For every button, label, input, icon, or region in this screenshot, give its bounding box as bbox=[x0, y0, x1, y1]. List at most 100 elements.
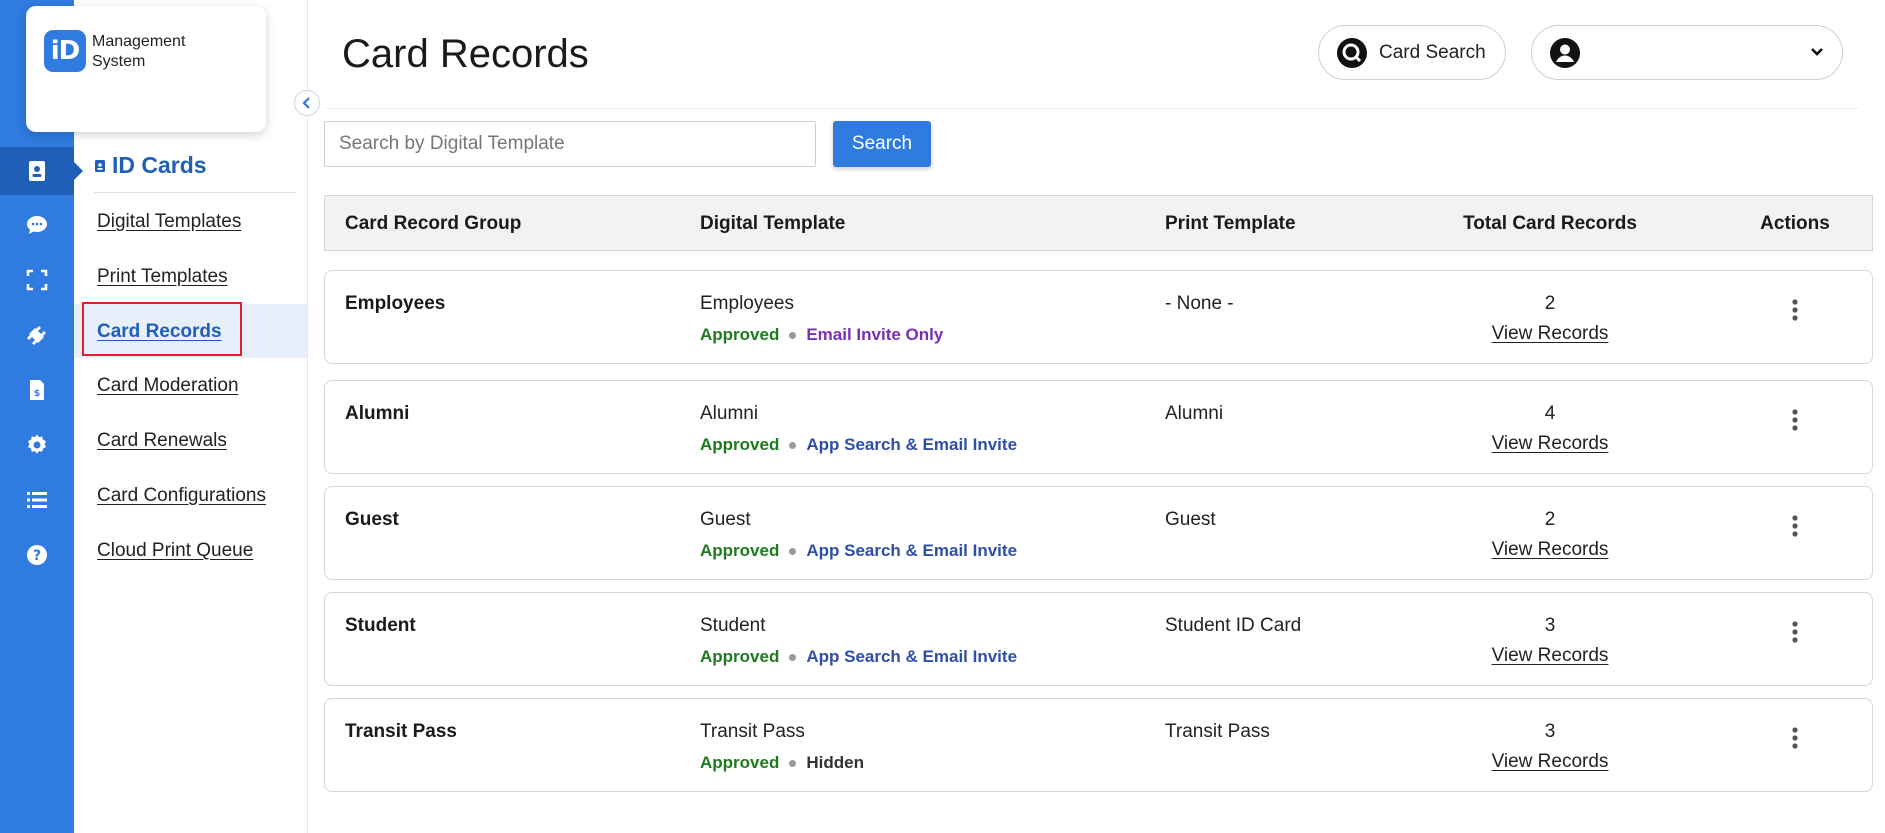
rail-item-lists[interactable] bbox=[0, 476, 74, 524]
row-group-name: Student bbox=[345, 615, 416, 636]
table-row: Alumni Alumni Approved App Search & Emai… bbox=[324, 380, 1873, 474]
logo-card[interactable]: iD Management System bbox=[26, 6, 266, 132]
row-digital-template: Student bbox=[700, 615, 766, 636]
rail-item-integrations[interactable] bbox=[0, 311, 74, 359]
search-button[interactable]: Search bbox=[833, 121, 931, 167]
sidebar-title-label: ID Cards bbox=[112, 152, 207, 178]
row-status-line: Approved App Search & Email Invite bbox=[700, 541, 1017, 561]
sidebar-item-digital-templates[interactable]: Digital Templates bbox=[97, 211, 241, 233]
separator-dot bbox=[789, 759, 797, 767]
row-print-template: - None - bbox=[1165, 293, 1234, 314]
row-group-name: Transit Pass bbox=[345, 721, 457, 742]
user-icon bbox=[1550, 37, 1580, 68]
sidebar-collapse-button[interactable] bbox=[294, 90, 320, 116]
card-search-icon bbox=[1337, 37, 1367, 68]
separator-dot bbox=[789, 653, 797, 661]
header-divider bbox=[326, 108, 1858, 109]
view-records-link[interactable]: View Records bbox=[1450, 645, 1650, 667]
separator-dot bbox=[789, 441, 797, 449]
row-total-records: 4 bbox=[1544, 403, 1556, 424]
row-total-records: 2 bbox=[1544, 509, 1556, 530]
access-badge: App Search & Email Invite bbox=[806, 541, 1018, 560]
view-records-link[interactable]: View Records bbox=[1450, 323, 1650, 345]
id-card-icon bbox=[95, 159, 105, 172]
chevron-left-icon bbox=[302, 97, 310, 109]
svg-text:?: ? bbox=[33, 548, 41, 564]
row-print-template: Guest bbox=[1165, 509, 1216, 530]
rail-item-id-cards[interactable] bbox=[0, 147, 83, 195]
search-input[interactable] bbox=[324, 121, 816, 167]
sidebar-item-card-renewals[interactable]: Card Renewals bbox=[97, 430, 227, 452]
access-badge: Hidden bbox=[806, 753, 864, 772]
logo-text: Management System bbox=[92, 33, 186, 70]
help-icon: ? bbox=[27, 545, 47, 565]
id-card-icon bbox=[29, 161, 45, 181]
row-status-line: Approved Hidden bbox=[700, 753, 864, 773]
scan-icon bbox=[26, 269, 48, 291]
separator-dot bbox=[789, 547, 797, 555]
sidebar-item-cloud-print-queue[interactable]: Cloud Print Queue bbox=[97, 540, 253, 562]
invoice-icon: $ bbox=[30, 380, 44, 400]
card-search-label: Card Search bbox=[1379, 41, 1486, 63]
plugin-icon bbox=[27, 326, 46, 345]
table-row: Transit Pass Transit Pass Approved Hidde… bbox=[324, 698, 1873, 792]
kebab-menu-icon[interactable] bbox=[1785, 297, 1805, 323]
column-header-card-record-group: Card Record Group bbox=[345, 213, 522, 234]
rail-item-help[interactable]: ? bbox=[0, 531, 74, 579]
rail-item-messages[interactable] bbox=[0, 201, 74, 249]
card-search-button[interactable]: Card Search bbox=[1318, 25, 1506, 80]
kebab-menu-icon[interactable] bbox=[1785, 407, 1805, 433]
row-group-name: Guest bbox=[345, 509, 399, 530]
sidebar-section-title: ID Cards bbox=[94, 152, 207, 179]
row-total-records: 3 bbox=[1544, 615, 1556, 636]
column-header-total-card-records: Total Card Records bbox=[1463, 213, 1637, 234]
row-print-template: Alumni bbox=[1165, 403, 1224, 424]
row-group-name: Alumni bbox=[345, 403, 410, 424]
view-records-link[interactable]: View Records bbox=[1450, 539, 1650, 561]
kebab-menu-icon[interactable] bbox=[1785, 513, 1805, 539]
table-row: Employees Employees Approved Email Invit… bbox=[324, 270, 1873, 364]
status-badge: Approved bbox=[700, 647, 780, 666]
column-header-print-template: Print Template bbox=[1165, 213, 1296, 234]
table-header: Card Record Group Digital Template Print… bbox=[324, 195, 1873, 251]
separator-dot bbox=[789, 331, 797, 339]
rail-item-billing[interactable]: $ bbox=[0, 366, 74, 414]
sidebar-item-card-configurations[interactable]: Card Configurations bbox=[97, 485, 266, 507]
row-digital-template: Employees bbox=[700, 293, 794, 314]
sidebar-item-card-records[interactable]: Card Records bbox=[97, 321, 222, 343]
user-menu[interactable] bbox=[1531, 25, 1843, 80]
row-status-line: Approved App Search & Email Invite bbox=[700, 435, 1017, 455]
row-status-line: Approved Email Invite Only bbox=[700, 325, 943, 345]
svg-text:$: $ bbox=[34, 389, 40, 399]
access-badge: Email Invite Only bbox=[806, 325, 944, 344]
access-badge: App Search & Email Invite bbox=[806, 647, 1018, 666]
chat-icon bbox=[27, 216, 47, 234]
rail-item-settings[interactable] bbox=[0, 421, 74, 469]
kebab-menu-icon[interactable] bbox=[1785, 619, 1805, 645]
sidebar-title-divider bbox=[94, 192, 296, 193]
row-digital-template: Guest bbox=[700, 509, 751, 530]
row-print-template: Transit Pass bbox=[1165, 721, 1270, 742]
row-print-template: Student ID Card bbox=[1165, 615, 1302, 636]
view-records-link[interactable]: View Records bbox=[1450, 433, 1650, 455]
row-digital-template: Alumni bbox=[700, 403, 759, 424]
sidebar-item-card-moderation[interactable]: Card Moderation bbox=[97, 375, 239, 397]
chevron-down-icon bbox=[1811, 48, 1823, 56]
gear-icon bbox=[28, 434, 46, 454]
column-header-actions: Actions bbox=[1760, 213, 1830, 234]
row-group-name: Employees bbox=[345, 293, 446, 314]
rail-item-scan[interactable] bbox=[0, 256, 74, 304]
access-badge: App Search & Email Invite bbox=[806, 435, 1018, 454]
logo-badge: iD bbox=[44, 30, 86, 72]
status-badge: Approved bbox=[700, 753, 780, 772]
row-total-records: 2 bbox=[1544, 293, 1556, 314]
row-status-line: Approved App Search & Email Invite bbox=[700, 647, 1017, 667]
table-row: Student Student Approved App Search & Em… bbox=[324, 592, 1873, 686]
kebab-menu-icon[interactable] bbox=[1785, 725, 1805, 751]
table-row: Guest Guest Approved App Search & Email … bbox=[324, 486, 1873, 580]
sidebar-item-print-templates[interactable]: Print Templates bbox=[97, 266, 228, 288]
row-digital-template: Transit Pass bbox=[700, 721, 805, 742]
view-records-link[interactable]: View Records bbox=[1450, 751, 1650, 773]
status-badge: Approved bbox=[700, 435, 780, 454]
row-total-records: 3 bbox=[1544, 721, 1556, 742]
